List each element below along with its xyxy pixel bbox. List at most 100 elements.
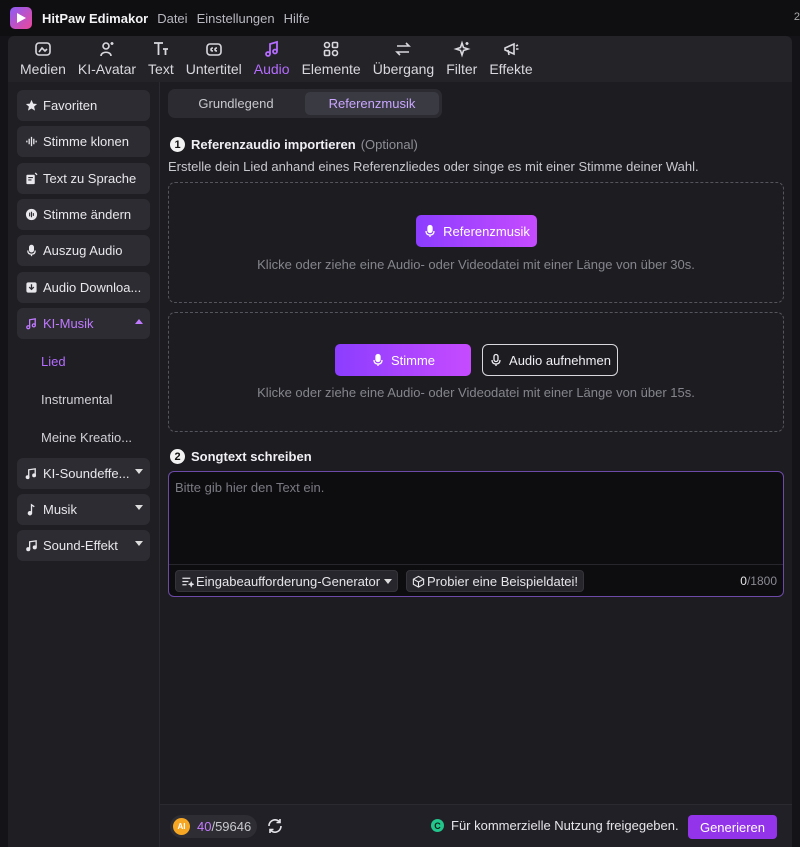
menu-hilfe[interactable]: Hilfe (284, 11, 310, 26)
step-number-badge: 2 (170, 449, 185, 464)
text-icon (152, 39, 170, 59)
tool-label: Untertitel (185, 61, 242, 77)
lyrics-editor: Eingabeaufforderung-Generator Probier ei… (168, 471, 784, 597)
character-limit: /1800 (746, 574, 777, 588)
tool-label: Filter (446, 61, 478, 77)
voice-dropzone[interactable]: Stimme Audio aufnehmen Klicke oder ziehe… (168, 312, 784, 432)
microphone-icon (24, 244, 38, 258)
sidebar-item-stimme-aendern[interactable]: Stimme ändern (17, 199, 150, 230)
reference-music-button[interactable]: Referenzmusik (416, 215, 537, 247)
tool-filter[interactable]: Filter (440, 36, 483, 82)
chevron-down-icon (135, 541, 143, 546)
subtitle-icon (205, 39, 223, 59)
effects-icon (502, 39, 520, 59)
transition-icon (394, 39, 412, 59)
generate-button[interactable]: Generieren (688, 815, 777, 839)
tool-untertitel[interactable]: Untertitel (180, 36, 248, 82)
chip-label: Eingabeaufforderung-Generator (196, 573, 381, 589)
credits-used: 40 (197, 819, 212, 834)
menu-datei[interactable]: Datei (157, 11, 187, 26)
tool-elemente[interactable]: Elemente (296, 36, 367, 82)
ai-music-icon (24, 317, 38, 331)
section-title-text: Referenzaudio importieren (191, 137, 356, 152)
menu-einstellungen[interactable]: Einstellungen (197, 11, 275, 26)
commercial-check-icon: C (431, 819, 444, 832)
sidebar-item-ki-musik[interactable]: KI-Musik (17, 308, 150, 339)
reference-music-dropzone[interactable]: Referenzmusik Klicke oder ziehe eine Aud… (168, 182, 784, 303)
audio-icon (263, 39, 281, 59)
tool-medien[interactable]: Medien (14, 36, 72, 82)
tool-text[interactable]: Text (142, 36, 180, 82)
sidebar-item-label: Audio Downloa... (43, 280, 142, 295)
avatar-icon (98, 39, 116, 59)
tool-label: Medien (20, 61, 66, 77)
section-lyrics-title: 2 Songtext schreiben (170, 449, 312, 464)
credits-badge: AI 40 /59646 (170, 815, 258, 838)
music-note-icon (24, 503, 38, 517)
tab-grundlegend[interactable]: Grundlegend (171, 92, 301, 115)
sidebar-item-musik[interactable]: Musik (17, 494, 150, 525)
media-icon (34, 39, 52, 59)
sidebar-subitem-meine-kreationen[interactable]: Meine Kreatio... (41, 430, 132, 445)
section-description: Erstelle dein Lied anhand eines Referenz… (168, 159, 699, 174)
tab-referenzmusik[interactable]: Referenzmusik (305, 92, 439, 115)
chip-label: Probier eine Beispieldatei! (427, 573, 579, 589)
dropzone-hint: Klicke oder ziehe eine Audio- oder Video… (257, 257, 695, 272)
tool-uebergang[interactable]: Übergang (367, 36, 441, 82)
tool-effekte[interactable]: Effekte (483, 36, 538, 82)
record-audio-button[interactable]: Audio aufnehmen (482, 344, 618, 376)
dropzone-hint: Klicke oder ziehe eine Audio- oder Video… (257, 385, 695, 400)
optional-label: (Optional) (360, 137, 418, 152)
voice-change-icon (24, 208, 38, 222)
tool-audio[interactable]: Audio (248, 36, 296, 82)
sidebar-item-text-zu-sprache[interactable]: Text zu Sprache (17, 163, 150, 194)
prompt-list-icon (182, 577, 194, 588)
tool-label: Übergang (372, 61, 435, 77)
prompt-generator-dropdown[interactable]: Eingabeaufforderung-Generator (175, 570, 399, 592)
credits-total: /59646 (211, 819, 252, 834)
tool-ki-avatar[interactable]: KI-Avatar (72, 36, 142, 82)
ai-credit-icon: AI (173, 818, 190, 835)
lyrics-input[interactable] (169, 472, 783, 564)
sidebar-item-stimme-klonen[interactable]: Stimme klonen (17, 126, 150, 157)
character-counter: 0/1800 (740, 574, 777, 588)
title-bar: HitPaw Edimakor Datei Einstellungen Hilf… (0, 0, 800, 36)
main-panel: Grundlegend Referenzmusik 1 Referenzaudi… (160, 82, 792, 847)
character-count: 0 (740, 574, 747, 588)
waveform-icon (24, 135, 38, 149)
button-label: Stimme (390, 352, 436, 368)
refresh-icon[interactable] (266, 817, 284, 835)
footer-bar: AI 40 /59646 C Für kommerzielle Nutzung … (160, 804, 792, 847)
sidebar-item-auszug-audio[interactable]: Auszug Audio (17, 235, 150, 266)
sidebar-subitem-instrumental[interactable]: Instrumental (41, 392, 113, 407)
sidebar-item-label: Sound-Effekt (43, 538, 118, 553)
music-mic-icon (425, 224, 435, 237)
sidebar-item-ki-soundeffekte[interactable]: KI-Soundeffe... (17, 458, 150, 489)
sidebar-subitem-lied[interactable]: Lied (41, 354, 66, 369)
star-icon (24, 99, 38, 113)
button-label: Referenzmusik (443, 223, 530, 239)
step-number-badge: 1 (170, 137, 185, 152)
sidebar-item-label: KI-Soundeffe... (43, 466, 130, 481)
sound-effect-icon (24, 467, 38, 481)
tool-label: Elemente (301, 61, 361, 77)
sidebar-item-audio-download[interactable]: Audio Downloa... (17, 272, 150, 303)
elements-icon (322, 39, 340, 59)
sidebar-item-sound-effekt[interactable]: Sound-Effekt (17, 530, 150, 561)
tool-label: Effekte (489, 61, 533, 77)
sidebar-item-label: Stimme klonen (43, 134, 129, 149)
sidebar-item-favoriten[interactable]: Favoriten (17, 90, 150, 121)
cropped-edge-text: 2 (793, 11, 800, 23)
app-name: HitPaw Edimakor (42, 10, 149, 26)
microphone-icon (491, 353, 501, 366)
section-reference-audio-title: 1 Referenzaudio importieren (Optional) (170, 137, 418, 152)
app-logo-icon (10, 7, 32, 29)
sample-file-button[interactable]: Probier eine Beispieldatei! (406, 570, 585, 592)
commercial-text: Für kommerzielle Nutzung freigegeben. (451, 818, 679, 833)
tool-label: Audio (253, 61, 290, 77)
tool-label: KI-Avatar (77, 61, 137, 77)
section-title-text: Songtext schreiben (191, 449, 312, 464)
voice-button[interactable]: Stimme (335, 344, 471, 376)
music-notes-icon (24, 539, 38, 553)
lyrics-toolbar: Eingabeaufforderung-Generator Probier ei… (169, 564, 783, 596)
